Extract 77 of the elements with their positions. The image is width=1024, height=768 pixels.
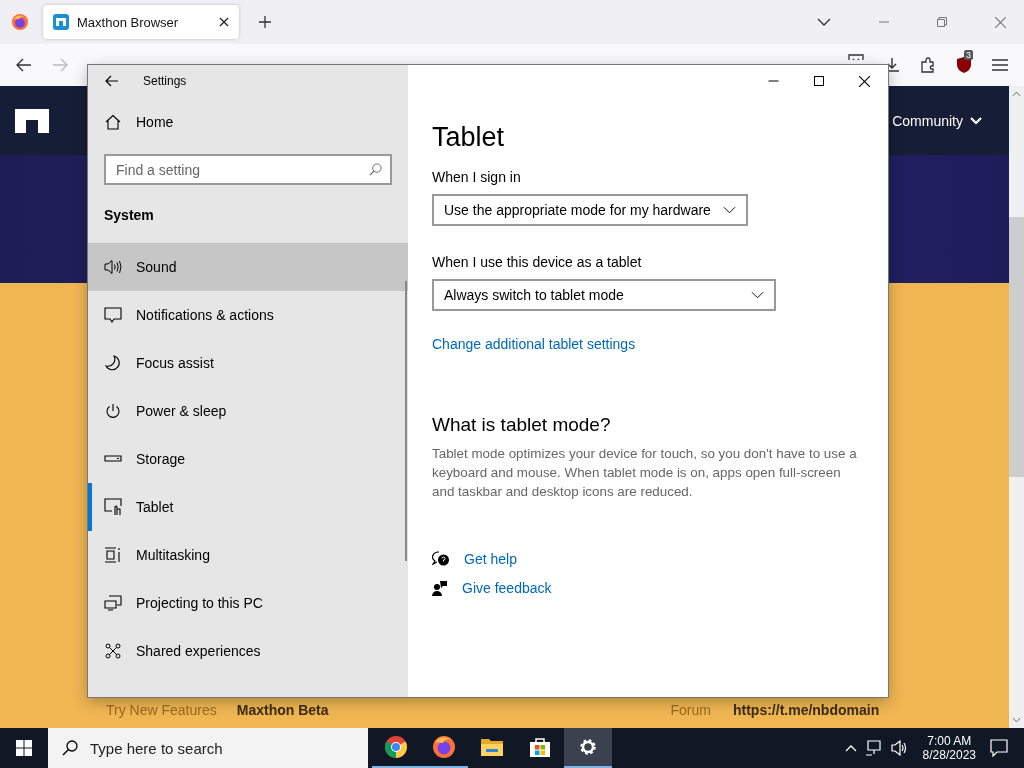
windows-start-icon[interactable]: [16, 740, 32, 756]
nav-item[interactable]: Focus assist: [88, 339, 408, 387]
maximize-icon[interactable]: [814, 76, 824, 86]
taskbar-search-field[interactable]: Type here to search: [48, 728, 368, 768]
nav-item[interactable]: Sound: [88, 243, 408, 291]
field-label: When I sign in: [432, 169, 521, 185]
moon-icon: [104, 355, 122, 371]
settings-link[interactable]: Change additional tablet settings: [432, 336, 636, 352]
network-icon[interactable]: [864, 740, 883, 756]
back-arrow-icon[interactable]: [105, 75, 119, 87]
maxthon-logo-icon: [53, 14, 69, 30]
help-link[interactable]: Get help: [464, 551, 517, 567]
home-nav-item[interactable]: Home: [88, 98, 408, 146]
new-tab-icon[interactable]: [259, 16, 271, 28]
notification-icon[interactable]: [990, 739, 1008, 757]
section-heading: What is tablet mode?: [432, 414, 611, 436]
firefox-icon[interactable]: [11, 13, 29, 31]
search-field[interactable]: Find a setting: [104, 154, 392, 185]
page-heading: Tablet: [432, 122, 505, 153]
footer-label: Forum: [670, 702, 711, 718]
help-icon: [432, 551, 450, 567]
footer-link[interactable]: Maxthon Beta: [236, 702, 329, 718]
shield-icon[interactable]: [956, 56, 972, 74]
message-icon: [104, 307, 122, 323]
multitasking-icon: [104, 547, 122, 563]
nav-item[interactable]: Notifications & actions: [88, 291, 408, 339]
close-icon[interactable]: [859, 75, 870, 87]
clock-time[interactable]: 7:00 AM: [927, 734, 972, 748]
store-icon: [529, 736, 551, 758]
nav-item[interactable]: Storage: [88, 435, 408, 483]
volume-icon[interactable]: [890, 740, 909, 756]
chevron-down-icon: [750, 291, 764, 299]
nav-item[interactable]: Power & sleep: [88, 387, 408, 435]
projecting-icon: [104, 595, 122, 611]
field-label: When I use this device as a tablet: [432, 254, 642, 270]
chrome-icon: [384, 735, 408, 759]
scrollbar[interactable]: [1009, 86, 1024, 728]
dropdown[interactable]: Use the appropriate mode for my hardware: [432, 194, 748, 226]
speaker-icon: [104, 259, 122, 275]
browser-tab[interactable]: Maxthon Browser: [43, 5, 239, 39]
chevron-down-icon: [722, 206, 736, 214]
taskbar-app-button[interactable]: [564, 728, 612, 768]
feedback-icon: [432, 580, 448, 596]
description-text: Tablet mode optimizes your device for touch, so you don't have to use a keyboard and mouse. When tablet mode is on, apps open full-screen and taskbar and desktop icons are reduced.: [432, 445, 858, 501]
shared-icon: [104, 643, 122, 659]
clock-date[interactable]: 8/28/2023: [922, 748, 976, 762]
search-icon: [62, 740, 78, 756]
help-link[interactable]: Give feedback: [462, 580, 552, 596]
restore-icon[interactable]: [937, 17, 947, 27]
home-icon: [104, 114, 122, 130]
back-arrow-icon[interactable]: [16, 58, 32, 72]
nav-link[interactable]: Community: [892, 112, 963, 129]
section-heading: System: [104, 207, 155, 223]
chevron-down-icon[interactable]: [817, 18, 831, 26]
nav-item[interactable]: Multitasking: [88, 531, 408, 579]
menu-icon[interactable]: [992, 59, 1008, 71]
footer-label: Try New Features: [106, 702, 217, 718]
drive-icon: [104, 455, 122, 463]
pocket-icon[interactable]: [848, 54, 864, 60]
window-title: Settings: [143, 74, 187, 88]
nav-item[interactable]: Projecting to this PC: [88, 579, 408, 627]
power-icon: [104, 403, 122, 419]
nav-item[interactable]: Shared experiences: [88, 627, 408, 675]
search-icon: [369, 163, 382, 176]
site-logo-icon[interactable]: [15, 108, 49, 133]
scroll-up-icon[interactable]: [1012, 91, 1021, 97]
firefox-icon: [432, 735, 456, 759]
scroll-down-icon[interactable]: [1012, 717, 1021, 723]
puzzle-icon[interactable]: [920, 57, 936, 73]
chevron-up-icon[interactable]: [844, 744, 857, 752]
dropdown[interactable]: Always switch to tablet mode: [432, 279, 776, 311]
close-icon[interactable]: [219, 17, 229, 27]
folder-icon: [480, 737, 504, 757]
footer-link[interactable]: https://t.me/nbdomain: [733, 702, 880, 718]
gear-icon: [578, 737, 598, 757]
extension-badge: 3: [964, 50, 973, 60]
tablet-icon: [104, 498, 122, 516]
